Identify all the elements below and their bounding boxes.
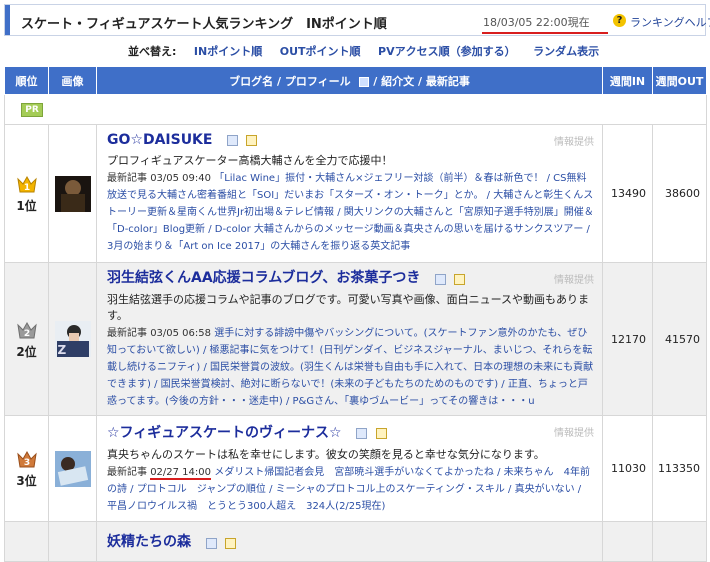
rank-1-crown-icon: 1 (16, 173, 38, 195)
table-row: 2 2位 Z 情報提供 羽生結弦くんAA応援コラムブログ、お茶菓子つき 羽生結弦… (4, 262, 707, 416)
rank-cell (4, 521, 49, 562)
thumb-cell (48, 521, 97, 562)
info-provided-label[interactable]: 情報提供 (554, 133, 594, 148)
svg-text:3: 3 (23, 458, 29, 468)
latest-posts: 最新記事 03/05 09:40 「Lilac Wine」振付・大輔さん×ジェフ… (107, 170, 594, 255)
blog-thumbnail[interactable]: Z (54, 321, 91, 357)
timestamp-red-underline (482, 32, 608, 34)
header-week-out: 週間OUT (652, 66, 707, 95)
blog-thumbnail[interactable] (54, 450, 91, 487)
thumb-cell: Z (48, 262, 97, 416)
blog-description: プロフィギュアスケーター高橋大輔さんを全力で応援中！ (107, 153, 393, 167)
sort-out-points[interactable]: OUTポイント順 (280, 45, 361, 58)
sort-random[interactable]: ランダム表示 (533, 45, 599, 58)
week-out-value: 38600 (652, 124, 707, 263)
blog-description: 羽生結弦選手の応援コラムや記事のブログです。可愛い写真や画像、面白ニュースや動画… (107, 293, 590, 322)
rank-cell: 2 2位 (4, 262, 49, 416)
thumb-cell (48, 415, 97, 522)
latest-label: 最新記事 (107, 328, 147, 339)
thumb-cell (48, 124, 97, 263)
favorite-icon[interactable] (246, 135, 258, 146)
latest-entries[interactable]: 選手に対する誹謗中傷やバッシングについて。(スケートファン意外のかたも、ぜひ知っ… (107, 328, 593, 407)
blog-cell: 情報提供 ☆フィギュアスケートのヴィーナス☆ 真央ちゃんのスケートは私を幸せにし… (96, 415, 603, 522)
latest-date: 03/05 09:40 (150, 172, 212, 184)
week-in-value: 12170 (602, 262, 653, 416)
svg-text:1: 1 (23, 183, 29, 193)
header-intro: 紹介文 / 最新記事 (381, 74, 470, 88)
table-row: 1 1位 情報提供 GO☆DAISUKE プロフィギュアスケーター高橋大輔さんを… (4, 124, 707, 263)
sort-pv-access[interactable]: PVアクセス順（参加する） (378, 45, 516, 58)
week-out-value: 41570 (652, 262, 707, 416)
profile-icon[interactable] (205, 537, 217, 549)
ranking-table: 順位 画像 ブログ名 / プロフィール / 紹介文 / 最新記事 週間IN 週間… (4, 66, 707, 562)
week-out-value: 113350 (652, 415, 707, 522)
rank-cell: 1 1位 (4, 124, 49, 263)
sort-bar: 並べ替え: INポイント順 OUTポイント順 PVアクセス順（参加する） ランダ… (128, 43, 613, 58)
week-in-value (602, 521, 653, 562)
pr-row: PR (4, 94, 707, 125)
latest-date: 02/27 14:00 (150, 466, 212, 480)
table-row: 3 3位 情報提供 ☆フィギュアスケートのヴィーナス☆ 真央ちゃんのスケートは私… (4, 415, 707, 522)
table-header-row: 順位 画像 ブログ名 / プロフィール / 紹介文 / 最新記事 週間IN 週間… (4, 66, 707, 95)
sort-label: 並べ替え: (128, 45, 177, 58)
rank-label: 1位 (16, 199, 37, 213)
header-week-in: 週間IN (602, 66, 653, 95)
table-row: 妖精たちの森 (4, 521, 707, 562)
latest-entries[interactable]: 「Lilac Wine」振付・大輔さん×ジェフリー対談（前半）＆春は新色で！ /… (107, 173, 594, 252)
info-provided-label[interactable]: 情報提供 (554, 271, 594, 286)
latest-label: 最新記事 (107, 466, 147, 478)
blog-cell: 妖精たちの森 (96, 521, 603, 562)
blog-title-link[interactable]: 羽生結弦くんAA応援コラムブログ、お茶菓子つき (107, 267, 420, 287)
blog-cell: 情報提供 GO☆DAISUKE プロフィギュアスケーター高橋大輔さんを全力で応援… (96, 124, 603, 263)
profile-icon (359, 76, 370, 87)
latest-posts: 最新記事 02/27 14:00 メダリスト帰国記者会見 宮部暁斗選手がいなくて… (107, 464, 594, 515)
blog-title-link[interactable]: ☆フィギュアスケートのヴィーナス☆ (107, 422, 342, 442)
header-rank: 順位 (4, 66, 49, 95)
sort-in-points[interactable]: INポイント順 (194, 45, 262, 58)
week-in-value: 13490 (602, 124, 653, 263)
rank-label: 2位 (16, 344, 37, 359)
info-provided-label[interactable]: 情報提供 (554, 424, 594, 439)
ranking-help-link[interactable]: ランキングヘルプ (630, 14, 710, 30)
latest-label: 最新記事 (107, 172, 147, 184)
ranking-header-bar: スケート・フィギュアスケート人気ランキング INポイント順 18/03/05 2… (4, 4, 710, 36)
question-icon[interactable]: ? (613, 14, 626, 27)
blog-description: 真央ちゃんのスケートは私を幸せにします。彼女の笑顔を見ると幸せな気分になります。 (107, 447, 545, 461)
week-out-value (652, 521, 707, 562)
rank-2-crown-icon: 2 (16, 319, 38, 341)
header-blog-name: ブログ名 / プロフィール (229, 74, 351, 88)
latest-posts: 最新記事 03/05 06:58 選手に対する誹謗中傷やバッシングについて。(ス… (107, 325, 594, 410)
blog-title-link[interactable]: 妖精たちの森 (107, 531, 191, 551)
week-in-value: 11030 (602, 415, 653, 522)
svg-text:2: 2 (23, 329, 29, 339)
favorite-icon[interactable] (225, 537, 236, 549)
favorite-icon[interactable] (454, 273, 466, 285)
header-image: 画像 (48, 66, 97, 95)
rank-label: 3位 (16, 474, 37, 488)
profile-icon[interactable] (226, 135, 238, 146)
ranking-timestamp: 18/03/05 22:00現在 (483, 16, 590, 29)
favorite-icon[interactable] (375, 428, 387, 439)
header-blog: ブログ名 / プロフィール / 紹介文 / 最新記事 (96, 66, 603, 95)
pr-badge[interactable]: PR (21, 103, 43, 117)
page-title: スケート・フィギュアスケート人気ランキング INポイント順 (21, 17, 387, 32)
latest-date: 03/05 06:58 (150, 328, 212, 339)
blog-cell: 情報提供 羽生結弦くんAA応援コラムブログ、お茶菓子つき 羽生結弦選手の応援コラ… (96, 262, 603, 416)
rank-cell: 3 3位 (4, 415, 49, 522)
profile-icon[interactable] (356, 428, 368, 439)
blog-thumbnail[interactable] (54, 175, 91, 212)
blog-title-link[interactable]: GO☆DAISUKE (107, 132, 212, 148)
header-accent-stripe (5, 5, 10, 35)
profile-icon[interactable] (434, 273, 446, 285)
rank-3-crown-icon: 3 (16, 448, 38, 470)
